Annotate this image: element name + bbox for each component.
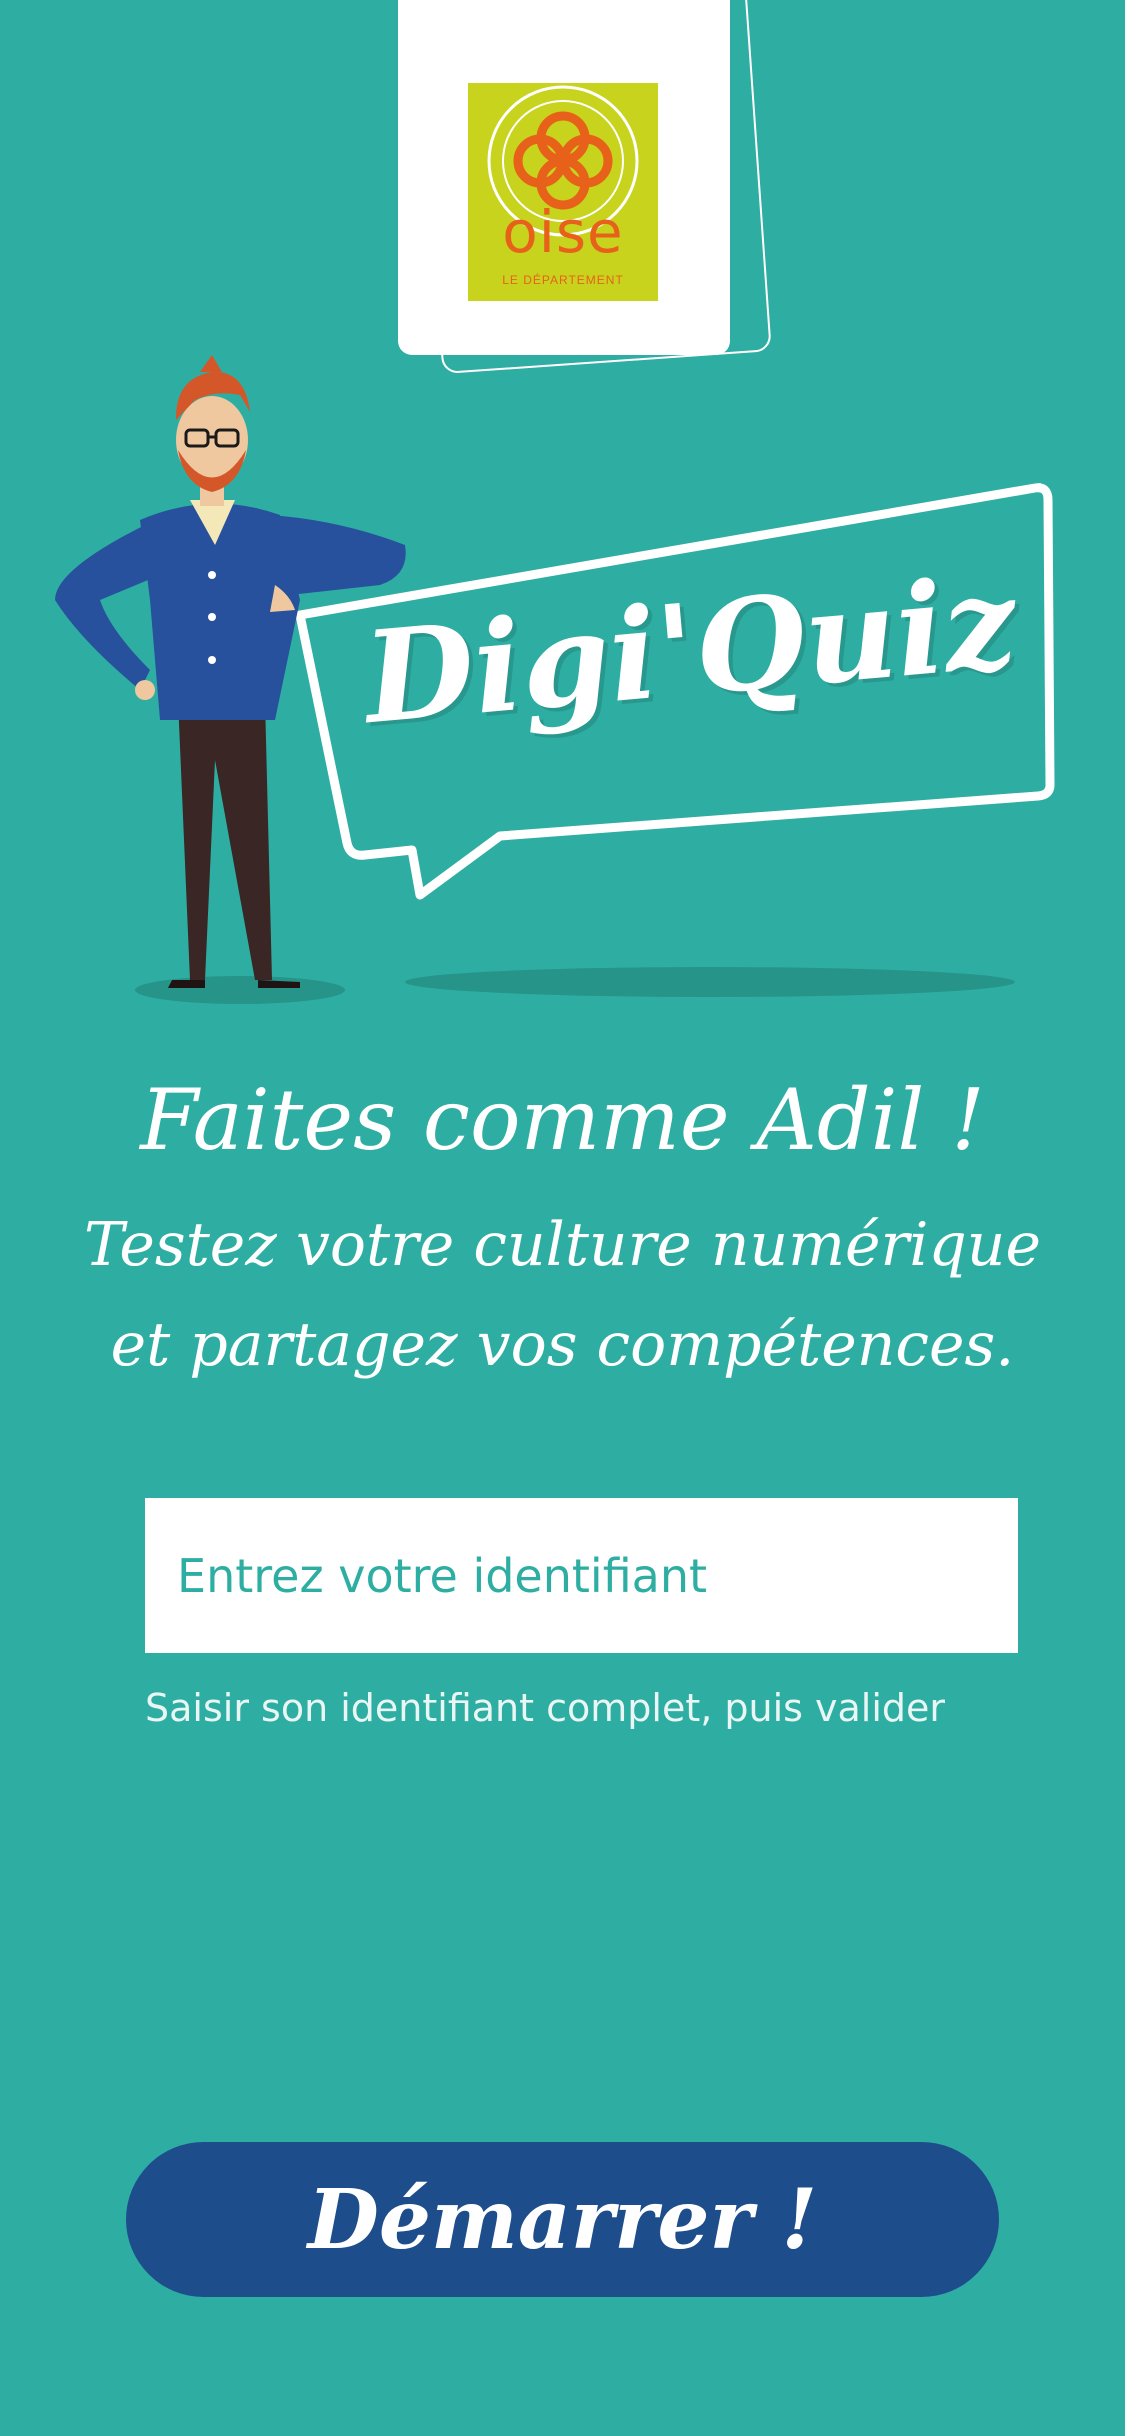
bubble-shadow <box>405 967 1015 997</box>
logo-subtitle: LE DÉPARTEMENT <box>502 273 624 287</box>
flower-emblem-icon <box>487 85 639 237</box>
tagline-line-1: Testez votre culture numérique <box>84 1210 1041 1280</box>
character-shadow <box>135 976 345 1004</box>
headline: Faites comme Adil ! <box>140 1071 985 1169</box>
tagline-line-2: et partagez vos compétences. <box>110 1310 1015 1380</box>
oise-logo: oise LE DÉPARTEMENT <box>468 83 658 301</box>
start-button[interactable]: Démarrer ! <box>126 2142 999 2297</box>
identifier-hint: Saisir son identifiant complet, puis val… <box>145 1686 946 1730</box>
logo-name: oise <box>502 198 624 266</box>
logo-card: oise LE DÉPARTEMENT <box>398 0 730 355</box>
identifier-input[interactable] <box>145 1498 1018 1653</box>
